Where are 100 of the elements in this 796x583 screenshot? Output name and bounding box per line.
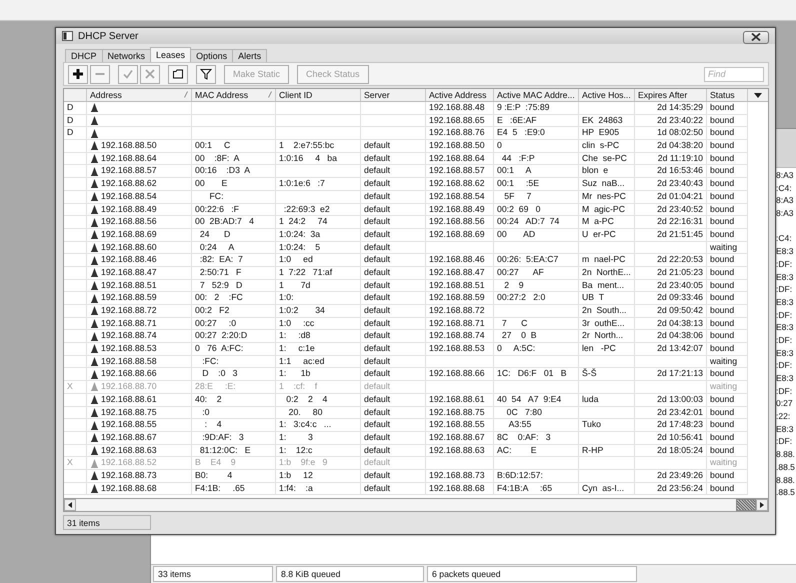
table-cell-text: :C4: bbox=[776, 182, 793, 194]
table-cell: 0 76 A:FC: bbox=[192, 343, 276, 356]
table-cell: bound bbox=[707, 432, 748, 445]
table-cell: 192.168.88.58 bbox=[101, 356, 157, 368]
search-field[interactable]: Find bbox=[704, 66, 764, 82]
table-cell: 00:1 :5E bbox=[494, 178, 579, 191]
table-cell: 44 :F:P bbox=[494, 152, 579, 166]
table-cell-text: E8:3 bbox=[776, 372, 794, 385]
table-cell: default bbox=[361, 368, 426, 382]
table-cell: bound bbox=[707, 254, 748, 267]
scroll-left-button[interactable] bbox=[64, 499, 76, 511]
table-cell: default bbox=[361, 444, 426, 458]
table-cell: m nael-PC bbox=[579, 254, 635, 267]
column-header[interactable]: Status bbox=[710, 90, 744, 100]
sort-icon[interactable] bbox=[268, 91, 272, 98]
toolbar-button[interactable] bbox=[168, 64, 188, 84]
sort-icon[interactable] bbox=[184, 91, 188, 98]
table-cell: 0:2 2 4 bbox=[276, 394, 361, 407]
table-cell: 192.168.88.53 bbox=[101, 343, 157, 355]
table-cell: 2d 14:35:29 bbox=[635, 102, 707, 115]
column-header[interactable]: Address bbox=[90, 90, 188, 100]
table-cell: bound bbox=[707, 165, 748, 178]
table-cell: 2d 23:56:24 bbox=[635, 482, 707, 496]
table-cell: 192.168.88.73 bbox=[426, 470, 494, 483]
column-header[interactable]: Active MAC Addre... bbox=[497, 90, 575, 100]
tab[interactable]: Networks bbox=[102, 49, 152, 62]
table-cell: bound bbox=[707, 190, 748, 204]
table-cell: 5F 7 bbox=[494, 190, 579, 204]
table-cell: default bbox=[361, 432, 426, 445]
table-cell: default bbox=[361, 406, 426, 420]
table-cell: A3:55 bbox=[494, 419, 579, 432]
table-cell: 7 52:9 D bbox=[192, 280, 276, 292]
tab[interactable]: DHCP bbox=[65, 49, 103, 62]
table-cell: 40 54 A7 9:E4 bbox=[494, 394, 579, 407]
table-cell: bound bbox=[707, 140, 748, 153]
table-cell: bound bbox=[707, 280, 748, 292]
table-cell: waiting bbox=[707, 356, 748, 368]
table-cell: bound bbox=[707, 343, 748, 356]
table-cell: 1:0:2 34 bbox=[276, 305, 361, 318]
table-cell: 1:1 ac:ed bbox=[276, 356, 361, 368]
table-cell: 2d 21:51:45 bbox=[635, 228, 707, 242]
column-header[interactable]: Active Address bbox=[429, 90, 490, 100]
table-cell: 1 7d bbox=[276, 280, 361, 292]
table-cell: bound bbox=[707, 419, 748, 432]
table-cell: 00:26: 5:EA:C7 bbox=[494, 254, 579, 267]
table-cell: default bbox=[361, 381, 426, 394]
column-header[interactable]: Expires After bbox=[638, 90, 703, 100]
table-cell: Cyn as-I... bbox=[579, 482, 635, 496]
table-cell: bound bbox=[707, 127, 748, 140]
tab[interactable]: Leases bbox=[150, 47, 192, 62]
table-cell: :82: EA: 7 bbox=[192, 254, 276, 267]
table-cell: default bbox=[361, 292, 426, 306]
table-cell: 192.168.88.54 bbox=[426, 190, 494, 204]
table-cell: default bbox=[361, 356, 426, 368]
column-header[interactable]: Client ID bbox=[279, 90, 357, 100]
table-cell: : 4 bbox=[192, 419, 276, 432]
table-cell: 9 :E:P :75:89 bbox=[494, 102, 579, 115]
table-cell: 1 24:2 74 bbox=[276, 216, 361, 229]
tab[interactable]: Options bbox=[190, 49, 234, 62]
table-cell: default bbox=[361, 204, 426, 216]
table-cell: 192.168.88.72 bbox=[101, 305, 157, 317]
toolbar-button[interactable] bbox=[196, 64, 216, 84]
table-cell: 1:0:24: 5 bbox=[276, 242, 361, 254]
table-cell: bound bbox=[707, 216, 748, 229]
table-cell: default bbox=[361, 419, 426, 432]
table-cell: D bbox=[64, 102, 87, 115]
scroll-right-button[interactable] bbox=[756, 499, 768, 511]
table-cell-text: 8:A3 bbox=[776, 194, 794, 208]
table-cell: 192.168.88.55 bbox=[426, 419, 494, 432]
table-cell: bound bbox=[707, 228, 748, 242]
table-cell: 192.168.88.52 bbox=[101, 457, 157, 469]
table-cell: default bbox=[361, 190, 426, 204]
window-icon bbox=[62, 31, 73, 41]
table-cell: 1: 3 bbox=[276, 432, 361, 445]
table-cell: D bbox=[64, 127, 87, 140]
table-cell: :0 bbox=[192, 406, 276, 420]
left-arrow-icon bbox=[68, 502, 72, 508]
close-button[interactable] bbox=[743, 30, 769, 44]
table-cell: default bbox=[361, 165, 426, 178]
table-cell: 192.168.88.64 bbox=[426, 152, 494, 166]
table-cell: 192.168.88.51 bbox=[426, 280, 494, 292]
table-cell: 192.168.88.66 bbox=[101, 368, 157, 380]
status-text: 31 items bbox=[63, 515, 151, 530]
tab[interactable]: Alerts bbox=[232, 49, 268, 62]
column-header[interactable]: MAC Address bbox=[195, 90, 272, 100]
table-cell-text: E8:3 bbox=[776, 346, 794, 360]
column-header[interactable]: Active Hos... bbox=[582, 90, 631, 100]
table-cell: default bbox=[361, 254, 426, 267]
table-cell: 00:1 C bbox=[192, 140, 276, 153]
table-cell: 192.168.88.47 bbox=[426, 266, 494, 280]
dropdown-icon[interactable] bbox=[754, 92, 762, 98]
scrollbar-thumb[interactable] bbox=[736, 499, 756, 511]
table-cell-text: :DF: bbox=[776, 258, 794, 270]
table-cell: Ba ment... bbox=[579, 280, 635, 292]
table-cell-text: E8:3 bbox=[776, 321, 794, 334]
table-cell: :FC: bbox=[192, 356, 276, 368]
table-cell: bound bbox=[707, 178, 748, 191]
toolbar-button[interactable] bbox=[68, 64, 88, 84]
column-header[interactable]: Server bbox=[364, 90, 422, 100]
table-cell: default bbox=[361, 482, 426, 496]
